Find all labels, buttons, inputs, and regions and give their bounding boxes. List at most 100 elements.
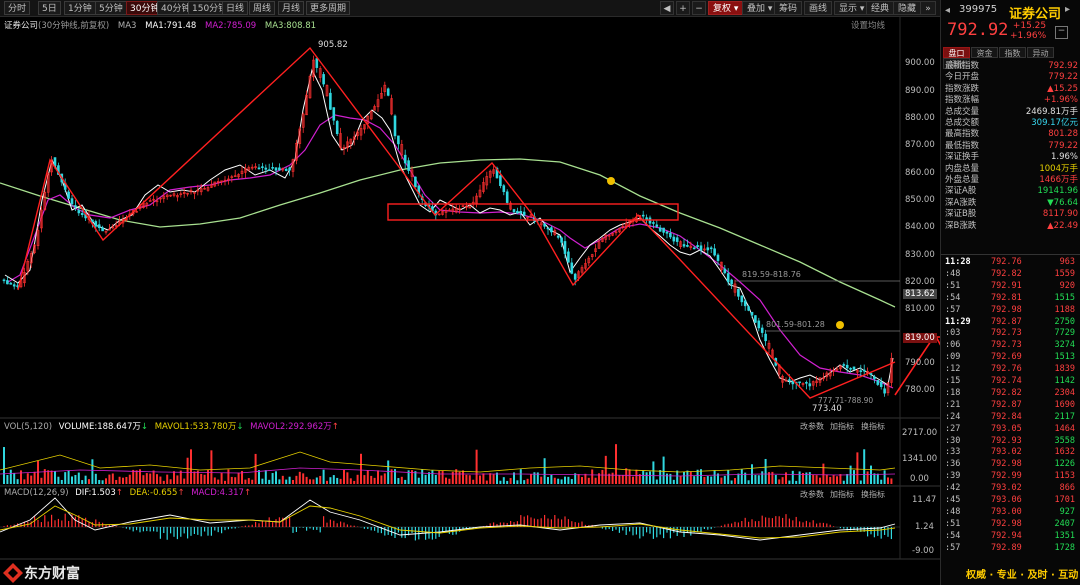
tab-movers[interactable]: 异动: [1027, 47, 1054, 58]
tick-time: :36: [945, 459, 961, 470]
candle-body: [750, 311, 754, 316]
vol-add-indicator-button[interactable]: 加指标: [830, 421, 854, 432]
candle-body: [267, 169, 271, 171]
volume-bar: [778, 479, 781, 484]
tick-time: 11:29: [945, 316, 971, 327]
volume-bar: [659, 470, 662, 484]
y-tick: 850.00: [905, 195, 935, 205]
tick-row: :18 792.82 2304: [941, 388, 1080, 399]
volume-bar: [16, 479, 19, 484]
minimize-icon[interactable]: −: [1055, 26, 1068, 39]
volume-bar: [669, 473, 672, 484]
stat-label: 深B涨跌: [945, 220, 977, 231]
volume-bar: [377, 470, 379, 484]
volume-bar: [156, 474, 158, 484]
y-tick: 790.00: [905, 358, 935, 368]
macd-switch-indicator-button[interactable]: 换指标: [861, 489, 885, 500]
tick-price: 792.91: [991, 280, 1022, 291]
macd-y-tick: 1.24: [915, 522, 934, 532]
candle-body: [798, 381, 801, 384]
tick-row: :30 792.93 3558: [941, 436, 1080, 447]
y-tick: 820.00: [905, 277, 935, 287]
volume-bar: [829, 476, 832, 484]
volume-bar: [832, 475, 835, 484]
stat-value: 1004万手: [1039, 163, 1078, 174]
y-tick: 880.00: [905, 113, 935, 123]
tick-price: 792.93: [991, 435, 1022, 446]
change-value: +15.25: [1012, 21, 1047, 31]
volume-bar: [570, 479, 573, 484]
tick-row: :24 792.84 2117: [941, 412, 1080, 423]
volume-bar: [145, 473, 148, 484]
volume-bar: [604, 455, 607, 484]
volume-bar: [672, 479, 675, 484]
candle-body: [879, 381, 883, 387]
volume-bar: [98, 479, 101, 484]
tick-time: :57: [945, 304, 961, 315]
tick-volume: 2117: [1054, 411, 1075, 422]
candle-body: [257, 167, 261, 170]
tab-index[interactable]: 指数: [999, 47, 1026, 58]
price-tag-crosshair: 819.00: [903, 333, 937, 343]
volume-bar: [169, 479, 172, 484]
volume-bar: [815, 475, 818, 484]
candle-body: [271, 167, 274, 169]
volume-bar: [499, 480, 502, 484]
volume-bar: [288, 476, 291, 484]
y-tick: 840.00: [905, 222, 935, 232]
candle-body: [873, 376, 876, 380]
volume-bar: [302, 473, 305, 484]
volume-bar: [305, 476, 308, 484]
stat-value: 779.22: [1048, 72, 1078, 83]
tick-row: :48 792.82 1559: [941, 269, 1080, 280]
tick-row: :09 792.69 1513: [941, 352, 1080, 363]
quote-stat-row: 深证换手 1.96%: [945, 152, 1078, 163]
tick-volume: 2750: [1054, 316, 1075, 327]
volume-bar: [666, 473, 668, 484]
tick-row: :54 792.94 1351: [941, 531, 1080, 542]
macd-edit-params-button[interactable]: 改参数: [800, 489, 824, 500]
tick-price: 792.76: [991, 364, 1022, 375]
candle-body: [516, 210, 519, 214]
candle-body: [278, 167, 281, 171]
candle-body: [641, 214, 645, 217]
next-arrow-icon[interactable]: ▸: [1065, 4, 1070, 15]
volume-bar: [220, 472, 223, 484]
prev-arrow-icon[interactable]: ◂: [945, 5, 950, 16]
vol-y-tick: 1341.00: [902, 454, 938, 464]
volume-bar: [754, 474, 757, 484]
volume-bar: [856, 452, 859, 484]
stat-value: 19141.96: [1037, 186, 1078, 197]
macd-add-indicator-button[interactable]: 加指标: [830, 489, 854, 500]
volume-bar: [380, 475, 383, 484]
volume-bar: [866, 471, 869, 484]
tick-volume: 1690: [1054, 399, 1075, 410]
vol-edit-params-button[interactable]: 改参数: [800, 421, 824, 432]
candle-body: [335, 121, 339, 135]
tick-volume: 920: [1059, 280, 1075, 291]
candle-body: [519, 211, 523, 214]
tick-volume: 1701: [1054, 495, 1075, 505]
tab-order-book[interactable]: 盘口: [943, 47, 970, 58]
quote-stat-row: 最低指数 779.22: [945, 141, 1078, 152]
volume-bar: [26, 473, 29, 484]
candle-body: [570, 262, 574, 274]
volume-bar: [713, 470, 716, 484]
tick-time: :54: [945, 292, 961, 303]
volume-bar: [213, 477, 216, 484]
tick-price: 792.99: [991, 471, 1022, 482]
tick-price: 792.74: [991, 376, 1022, 386]
tab-funds[interactable]: 资金: [971, 47, 998, 58]
volume-bar: [509, 478, 512, 484]
volume-bar: [706, 476, 709, 484]
candle-body: [502, 185, 506, 193]
volume-bar: [217, 479, 220, 484]
tick-volume: 2304: [1054, 387, 1075, 398]
volume-bar: [397, 478, 400, 484]
vol-switch-indicator-button[interactable]: 换指标: [861, 421, 885, 432]
tick-price: 792.87: [991, 316, 1022, 327]
stat-label: 深证A股: [945, 186, 977, 197]
volume-bar: [564, 476, 566, 484]
volume-bar: [448, 478, 451, 484]
brand-logo: 东方财富: [0, 560, 130, 585]
